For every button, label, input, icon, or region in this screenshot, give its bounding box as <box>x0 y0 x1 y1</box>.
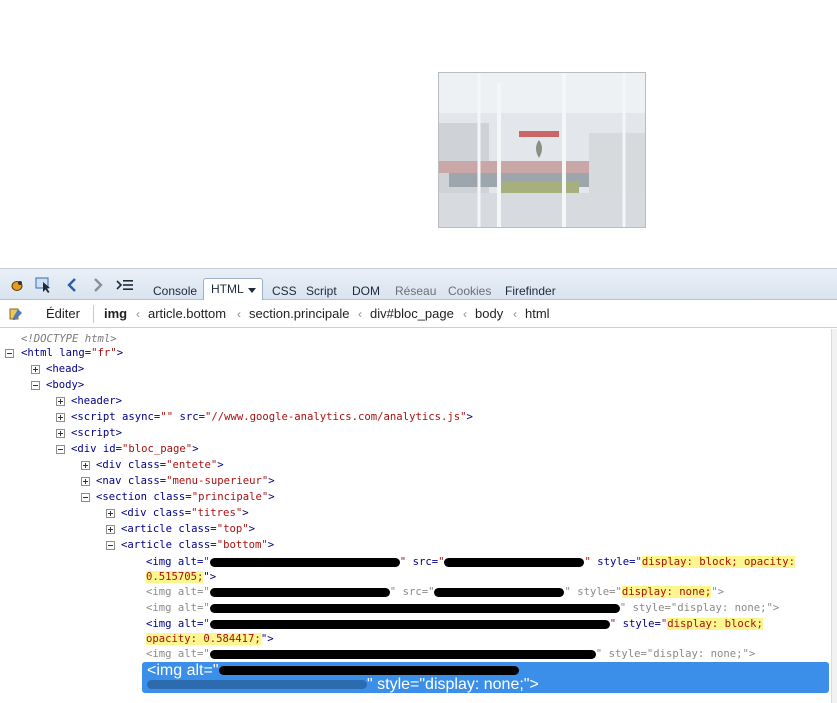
tree-node-img[interactable]: <img alt=" " src=" " style="display: none;… <box>146 585 724 600</box>
tree-node-html[interactable]: <html lang="fr"> <box>21 346 123 361</box>
tree-node-body[interactable]: <body> <box>46 378 84 393</box>
tab-html-label: HTML <box>211 282 244 296</box>
redacted-text <box>434 587 565 597</box>
tree-node-img-cont: opacity: 0.584417;"> <box>146 633 274 645</box>
tree-node-div-titres[interactable]: <div class="titres"> <box>121 506 249 521</box>
expand-toggle-icon[interactable] <box>31 365 40 374</box>
tree-node-article-top[interactable]: <article class="top"> <box>121 522 255 537</box>
firebug-toolbar: Console HTML CSS Script DOM Réseau Cooki… <box>0 268 837 301</box>
redacted-text <box>209 649 596 659</box>
tab-css[interactable]: CSS <box>272 283 297 299</box>
tree-node-div-entete[interactable]: <div class="entete"> <box>96 458 224 473</box>
collapse-toggle-icon[interactable] <box>81 493 90 502</box>
tree-node-img[interactable]: <img alt=" " style="display: none;"> <box>146 647 755 662</box>
breadcrumb-item-html[interactable]: html <box>525 306 550 322</box>
tree-node-img-cont: 0.515705;"> <box>146 571 217 583</box>
tab-html[interactable]: HTML <box>203 278 263 301</box>
breadcrumb-item-section[interactable]: section.principale <box>249 306 349 322</box>
collapse-toggle-icon[interactable] <box>106 541 115 550</box>
tree-node-section[interactable]: <section class="principale"> <box>96 490 275 505</box>
slideshow-image[interactable] <box>438 72 646 228</box>
collapse-toggle-icon[interactable] <box>5 349 14 358</box>
tab-console[interactable]: Console <box>153 283 197 299</box>
redacted-text <box>209 587 390 597</box>
redacted-text <box>218 666 519 676</box>
edit-button[interactable]: Éditer <box>46 306 80 322</box>
breadcrumb-item-body[interactable]: body <box>475 306 503 322</box>
forward-icon[interactable] <box>89 277 107 293</box>
breadcrumb-separator-icon: ‹ <box>237 307 241 321</box>
redacted-text <box>444 557 585 567</box>
redacted-text <box>209 603 620 613</box>
expand-toggle-icon[interactable] <box>106 525 115 534</box>
firebug-icon[interactable] <box>8 277 26 293</box>
tree-node-script[interactable]: <script> <box>71 426 122 441</box>
firebug-panel: Console HTML CSS Script DOM Réseau Cooki… <box>0 268 837 703</box>
breadcrumb-separator-icon: ‹ <box>513 307 517 321</box>
edit-icon[interactable] <box>9 307 23 326</box>
expand-toggle-icon[interactable] <box>56 429 65 438</box>
chevron-down-icon[interactable] <box>248 288 256 293</box>
expand-toggle-icon[interactable] <box>81 477 90 486</box>
expand-toggle-icon[interactable] <box>106 509 115 518</box>
tree-node-div-bloc-page[interactable]: <div id="bloc_page"> <box>71 442 199 457</box>
tree-node-head[interactable]: <head> <box>46 362 84 377</box>
page-content <box>0 0 837 268</box>
tab-reseau[interactable]: Réseau <box>395 283 436 299</box>
breadcrumb-item-img[interactable]: img <box>104 306 127 322</box>
collapse-toggle-icon[interactable] <box>56 445 65 454</box>
command-line-icon[interactable] <box>116 277 134 293</box>
tree-node-header[interactable]: <header> <box>71 394 122 409</box>
breadcrumb-separator-icon: ‹ <box>463 307 467 321</box>
redacted-text <box>209 557 400 567</box>
tab-script[interactable]: Script <box>306 283 337 299</box>
breadcrumb-item-article[interactable]: article.bottom <box>148 306 226 322</box>
expand-toggle-icon[interactable] <box>56 397 65 406</box>
inspect-icon[interactable] <box>35 277 53 293</box>
html-tree: <!DOCTYPE html> <html lang="fr"> <head> … <box>0 329 831 703</box>
tab-dom[interactable]: DOM <box>352 283 380 299</box>
tree-node-article-bottom[interactable]: <article class="bottom"> <box>121 538 274 553</box>
collapse-toggle-icon[interactable] <box>31 381 40 390</box>
selected-tree-node[interactable]: <img alt=" " style="display: none;"> <box>142 662 829 693</box>
back-icon[interactable] <box>63 277 81 293</box>
breadcrumb-separator-icon: ‹ <box>358 307 362 321</box>
tab-firefinder[interactable]: Firefinder <box>505 283 556 299</box>
tree-node-nav[interactable]: <nav class="menu-superieur"> <box>96 474 275 489</box>
breadcrumb: Éditer img ‹ article.bottom ‹ section.pr… <box>0 300 837 328</box>
building-photo <box>439 73 645 227</box>
redacted-text <box>209 619 610 629</box>
doctype-node: <!DOCTYPE html> <box>21 333 117 345</box>
tree-node-img[interactable]: <img alt=" " style="display: block; <box>146 617 763 632</box>
breadcrumb-separator-icon: ‹ <box>136 307 140 321</box>
tab-cookies[interactable]: Cookies <box>448 283 491 299</box>
toolbar-divider <box>93 305 94 323</box>
tree-node-img[interactable]: <img alt=" " src=" " style="display: block… <box>146 555 795 570</box>
redacted-text <box>147 680 367 690</box>
tree-node-script-async[interactable]: <script async="" src="//www.google-analy… <box>71 410 473 425</box>
tree-node-img[interactable]: <img alt=" " style="display: none;"> <box>146 601 779 616</box>
tree-node-img-selected-cont: " style="display: none;"> <box>147 677 539 693</box>
expand-toggle-icon[interactable] <box>56 413 65 422</box>
expand-toggle-icon[interactable] <box>81 461 90 470</box>
vertical-scrollbar[interactable] <box>831 329 837 703</box>
breadcrumb-item-div[interactable]: div#bloc_page <box>370 306 454 322</box>
